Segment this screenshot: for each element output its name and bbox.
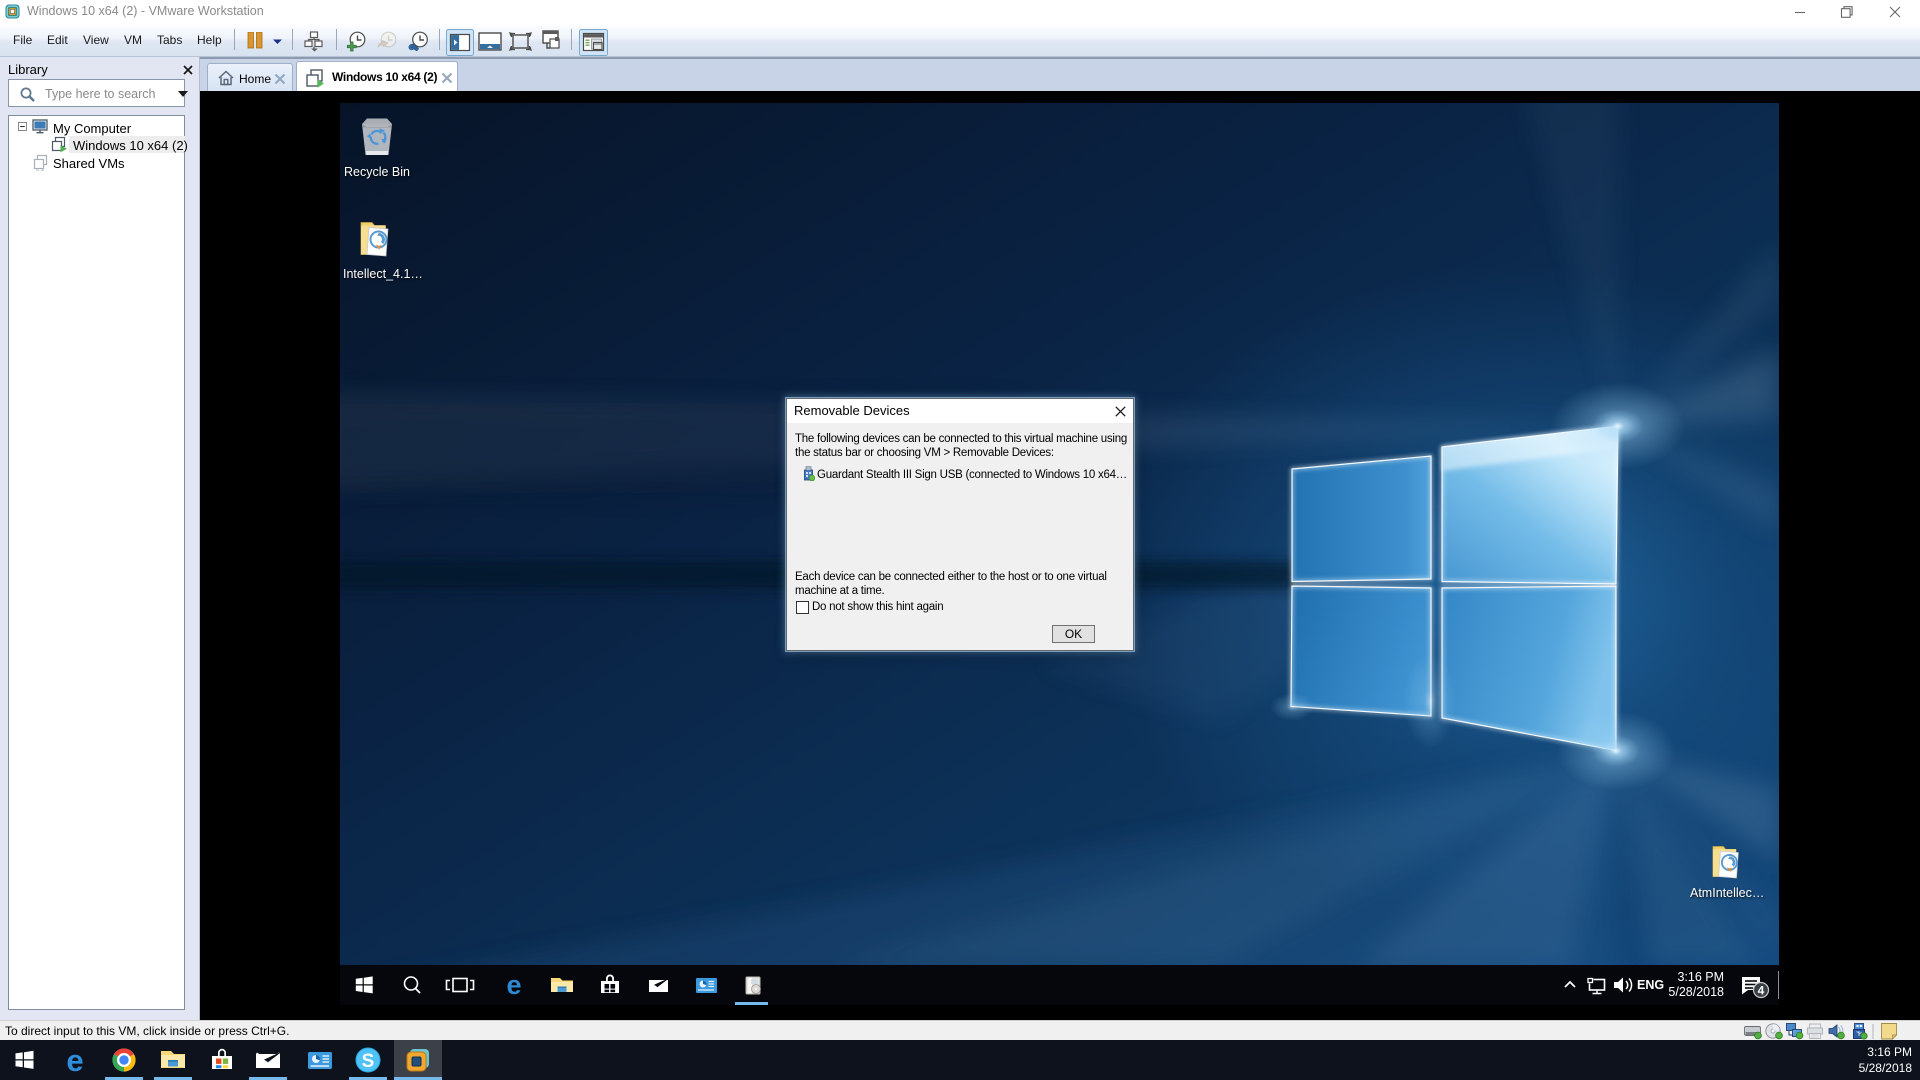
svg-text:e: e	[506, 970, 521, 1000]
svg-text:4: 4	[1758, 984, 1765, 998]
svg-text:e: e	[66, 1043, 83, 1078]
